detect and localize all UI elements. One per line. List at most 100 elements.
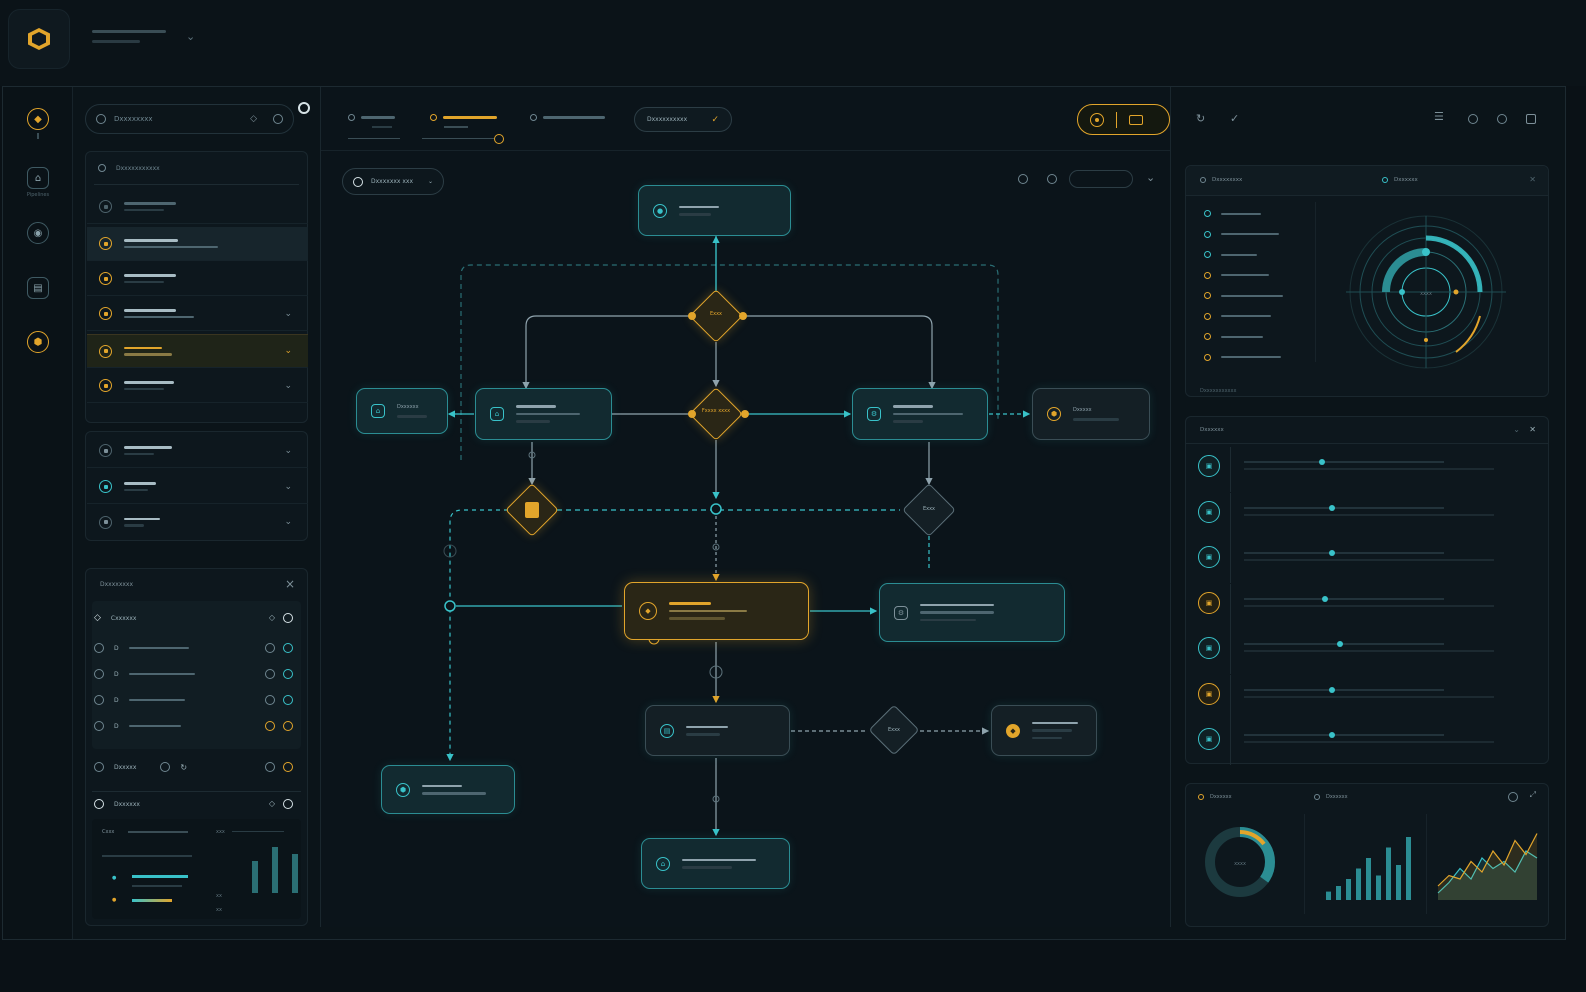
chart-bar <box>1366 858 1371 900</box>
filter-row[interactable]: D <box>94 687 301 713</box>
nav-item[interactable]: ⌄ <box>87 369 308 403</box>
close-icon[interactable]: ✕ <box>1529 425 1536 434</box>
workflow-node-start[interactable]: ● <box>638 185 791 236</box>
workflow-node-bottom-left[interactable]: ⬢ <box>381 765 515 814</box>
chevron-down-icon[interactable]: ⌄ <box>284 346 292 356</box>
app-logo[interactable] <box>8 9 70 69</box>
workflow-node-left-edge[interactable]: ⌂ Dxxxxxx <box>356 388 448 434</box>
expand-icon[interactable]: ⤢ <box>1530 790 1536 800</box>
radar-legend-row[interactable] <box>1204 333 1263 340</box>
activity-row[interactable]: ▣ <box>1198 538 1538 583</box>
nav-group[interactable]: ⌄ <box>87 505 308 539</box>
port-dot[interactable] <box>688 410 696 418</box>
radar-legend-row[interactable] <box>1204 251 1257 258</box>
activity-progress-dot[interactable] <box>1329 504 1335 511</box>
filter-row[interactable]: D <box>94 661 301 687</box>
radar-legend-row[interactable] <box>1204 353 1281 361</box>
workflow-node-right-edge[interactable]: ⬢ Dxxxxx <box>1032 388 1150 440</box>
chevron-down-icon[interactable]: ⌄ <box>284 446 292 456</box>
stat-label: xxx <box>216 829 225 835</box>
workspace-title[interactable] <box>92 30 166 33</box>
workspace-chevron-icon[interactable]: ⌄ <box>186 30 195 43</box>
nav-item[interactable]: ⌄ <box>87 297 308 331</box>
workflow-node-lower[interactable]: ▤ <box>645 705 790 756</box>
radar-legend-row[interactable] <box>1204 292 1283 299</box>
activity-progress-dot[interactable] <box>1329 732 1335 738</box>
activity-row[interactable]: ▣ <box>1198 447 1538 492</box>
activity-row[interactable]: ▣ <box>1198 674 1538 720</box>
workflow-node-right[interactable]: ⚙ <box>852 388 988 440</box>
filter-row[interactable]: D <box>94 713 301 739</box>
check-icon[interactable]: ✓ <box>1230 112 1239 125</box>
activity-row[interactable]: ▣ <box>1198 492 1538 538</box>
close-icon[interactable]: × <box>285 577 295 591</box>
summary-header[interactable]: Dxxxxxx ◇ <box>94 791 301 817</box>
nav-item[interactable] <box>87 262 308 296</box>
nav-group[interactable]: ⌄ <box>87 434 308 468</box>
close-icon[interactable]: ✕ <box>1529 175 1536 184</box>
checkbox-icon[interactable] <box>94 643 104 653</box>
workflow-node-end[interactable]: ⌂ <box>641 838 790 889</box>
screen-icon[interactable] <box>1129 114 1143 125</box>
radar-legend-row[interactable] <box>1204 312 1271 320</box>
nav-item-active[interactable]: ⌄ <box>87 334 308 368</box>
radar-legend-row[interactable] <box>1204 230 1279 238</box>
radar-legend-row[interactable] <box>1204 271 1269 279</box>
activity-progress-dot[interactable] <box>1319 459 1325 465</box>
radar-legend-row[interactable] <box>1204 210 1261 217</box>
workflow-node-main[interactable]: ◆ <box>624 582 809 640</box>
chart-bar <box>1346 879 1351 900</box>
settings-icon[interactable] <box>1508 792 1518 802</box>
activity-progress-dot[interactable] <box>1321 595 1328 602</box>
nav-item[interactable] <box>87 190 308 224</box>
rail-item-hexagon[interactable]: ⬢ <box>18 331 58 356</box>
port-dot[interactable] <box>688 312 696 320</box>
rail-item-target[interactable]: ◉ <box>18 222 58 247</box>
nav-group[interactable]: ⌄ <box>87 470 308 504</box>
menu-icon[interactable]: ☰ <box>1434 110 1444 123</box>
search-bar[interactable]: Dxxxxxxxx ◇ <box>85 104 294 134</box>
port-dot[interactable] <box>739 312 747 320</box>
search-input[interactable]: Dxxxxxxxx <box>114 115 242 123</box>
user-icon[interactable] <box>1497 114 1507 124</box>
workflow-node-main-right[interactable]: ⚙ <box>879 583 1065 642</box>
rail-item-security[interactable]: ◆ <box>18 108 58 139</box>
expand-icon[interactable] <box>1526 114 1536 124</box>
options-icon[interactable] <box>273 114 283 124</box>
port-dot[interactable] <box>741 410 749 418</box>
activity-row[interactable]: ▣ <box>1198 629 1538 674</box>
chevron-down-icon[interactable]: ⌄ <box>284 482 292 492</box>
nav-item-selected[interactable] <box>87 227 308 261</box>
workflow-node-lower-right[interactable]: ◆ <box>991 705 1097 756</box>
settings-icon[interactable] <box>1468 114 1478 124</box>
rail-item-document[interactable]: ▤ <box>18 277 58 302</box>
workflow-node-left[interactable]: ⌂ <box>475 388 612 440</box>
radar-legend <box>1186 202 1316 362</box>
activity-row[interactable]: ▣ <box>1198 720 1538 765</box>
activity-progress-dot[interactable] <box>1336 641 1343 647</box>
mode-toggle[interactable] <box>1077 104 1170 135</box>
play-icon[interactable] <box>1090 112 1104 127</box>
activity-row[interactable]: ▣ <box>1198 583 1538 629</box>
rail-item-pipelines[interactable]: ⌂ Pipelines <box>18 167 58 198</box>
diamond-icon[interactable]: ◇ <box>250 114 257 124</box>
checkbox-icon[interactable] <box>94 695 104 705</box>
tab-pipeline[interactable] <box>422 114 504 144</box>
filter-footer[interactable]: Dxxxxx ↻ <box>94 754 301 780</box>
activity-progress-dot[interactable] <box>1329 550 1335 556</box>
checkbox-icon[interactable] <box>94 669 104 679</box>
refresh-icon[interactable]: ↻ <box>1196 112 1205 125</box>
checkbox-icon[interactable] <box>94 721 104 731</box>
chevron-down-icon[interactable]: ⌄ <box>284 309 292 319</box>
filter-icon[interactable]: ⌄ <box>1513 425 1520 434</box>
search-options-toggle[interactable] <box>298 102 310 114</box>
chevron-down-icon[interactable]: ⌄ <box>284 517 292 527</box>
filter-row[interactable]: ◇ Cxxxxxx ◇ <box>94 605 301 631</box>
tab-overview[interactable] <box>348 114 400 139</box>
view-dropdown[interactable]: Dxxxxxxxxxx ✓ <box>634 107 732 132</box>
tab-details[interactable] <box>530 114 605 121</box>
nav-item-icon <box>99 379 112 392</box>
filter-row[interactable]: D <box>94 635 301 661</box>
chevron-down-icon[interactable]: ⌄ <box>284 381 292 391</box>
activity-progress-dot[interactable] <box>1329 686 1335 693</box>
